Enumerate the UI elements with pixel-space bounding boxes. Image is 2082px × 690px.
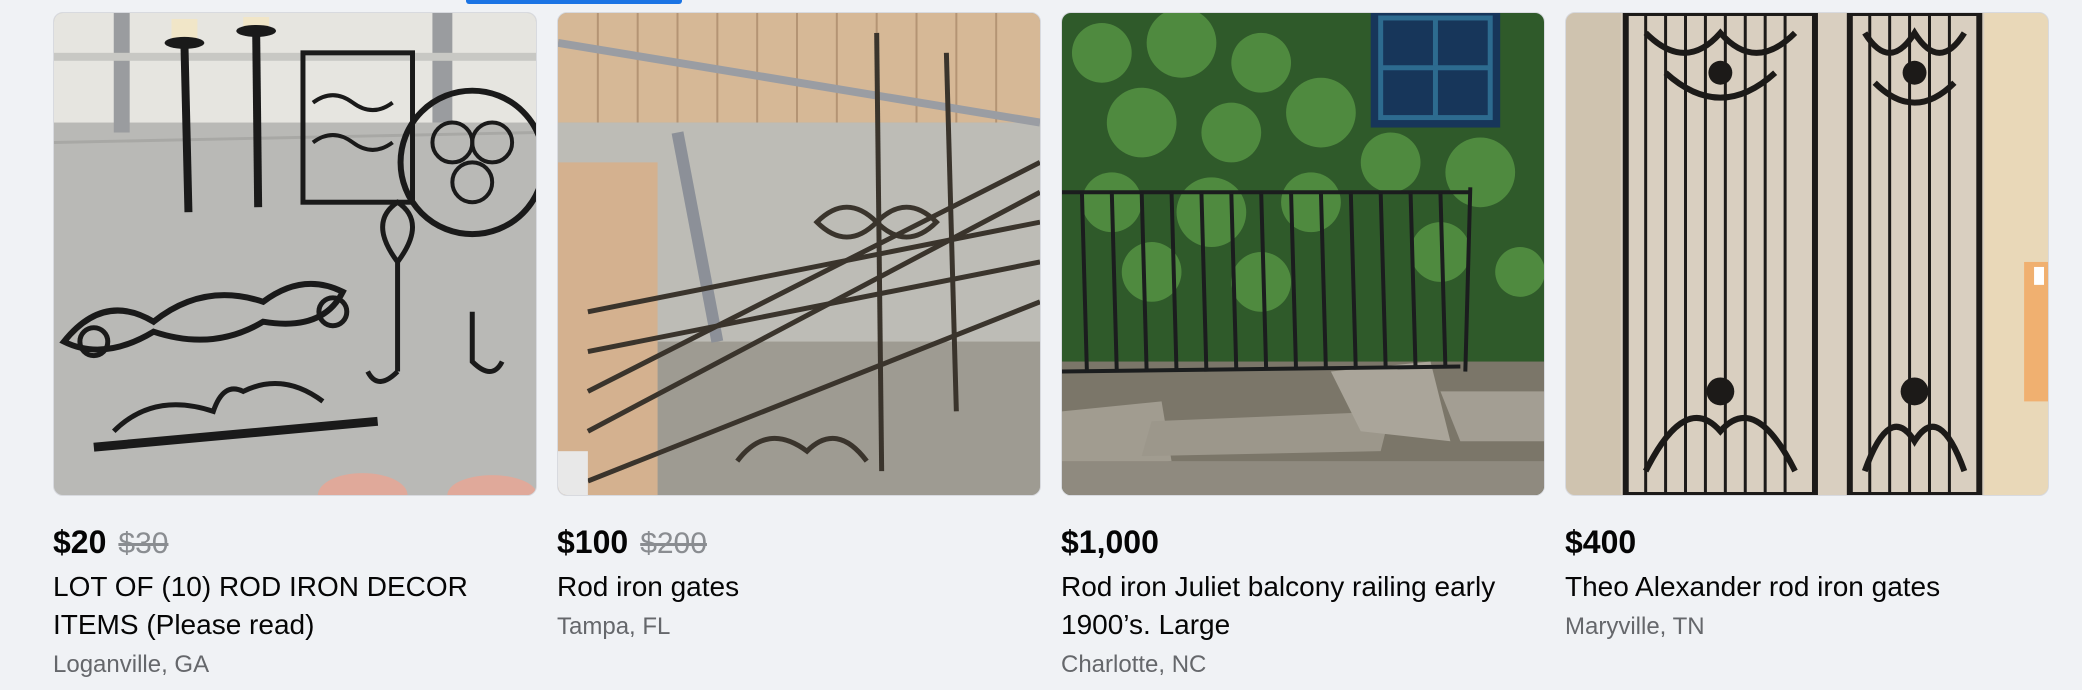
original-price: $200 [640,527,707,560]
listing-card[interactable]: $100 $200 Rod iron gates Tampa, FL [557,12,1041,680]
listing-card[interactable]: $1,000 Rod iron Juliet balcony railing e… [1061,12,1545,680]
listing-card[interactable]: $400 Theo Alexander rod iron gates Maryv… [1565,12,2049,680]
listing-location: Tampa, FL [557,613,671,640]
price: $100 [557,524,629,560]
price: $20 [53,524,107,560]
original-price: $30 [118,527,169,560]
balcony-railing-ivy-photo [1062,13,1544,495]
listing-photo[interactable] [557,12,1041,496]
price: $400 [1565,524,1637,560]
price: $1,000 [1061,524,1159,560]
listing-grid: $20 $30 LOT OF (10) ROD IRON DECOR ITEMS… [53,12,2049,680]
listing-title[interactable]: Rod iron Juliet balcony railing early 19… [1061,568,1545,644]
listing-photo[interactable] [1061,12,1545,496]
listing-location: Charlotte, NC [1061,651,1207,678]
listing-photo[interactable] [1565,12,2049,496]
iron-gate-fence-photo [558,13,1040,495]
listing-card[interactable]: $20 $30 LOT OF (10) ROD IRON DECOR ITEMS… [53,12,537,680]
listing-location: Maryville, TN [1565,613,1705,640]
candlesticks-wine-rack-photo [54,13,536,495]
listing-title[interactable]: Rod iron gates [557,568,1041,606]
active-tab-indicator [466,0,682,4]
listing-title[interactable]: Theo Alexander rod iron gates [1565,568,2049,606]
listing-title[interactable]: LOT OF (10) ROD IRON DECOR ITEMS (Please… [53,568,537,644]
tall-iron-gates-photo [1566,13,2048,495]
listing-photo[interactable] [53,12,537,496]
listing-location: Loganville, GA [53,651,210,678]
